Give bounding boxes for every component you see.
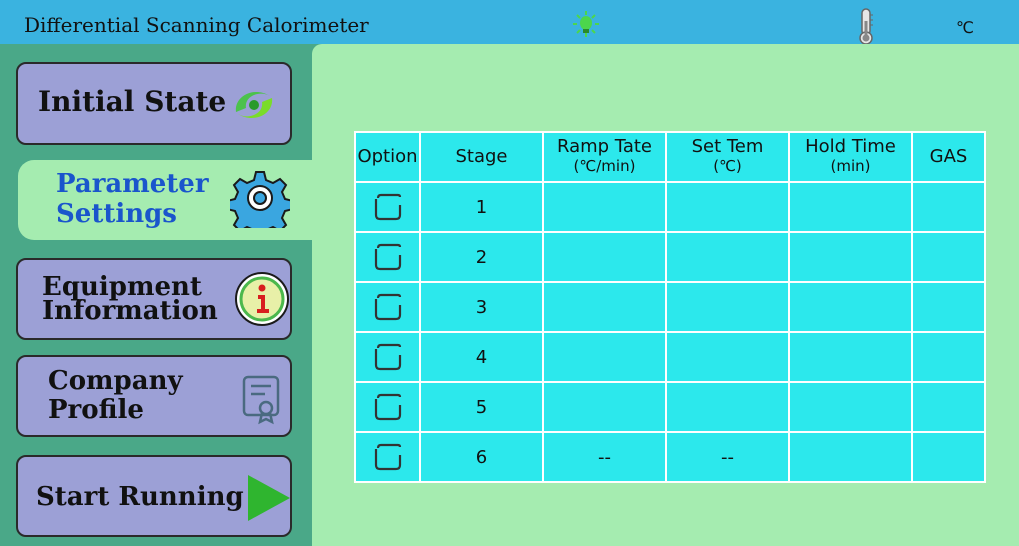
gas-cell[interactable] [911, 431, 986, 483]
option-checkbox[interactable] [374, 243, 402, 271]
option-checkbox[interactable] [374, 393, 402, 421]
title-bar: Differential Scanning Calorimeter ℃ [0, 0, 1019, 45]
table-row: 6 -- -- [354, 431, 986, 483]
gas-cell[interactable] [911, 231, 986, 283]
ramp-rate-cell[interactable] [542, 331, 667, 383]
hold-time-cell[interactable] [788, 281, 913, 333]
nav-equipment-information[interactable]: Equipment Information [16, 258, 292, 340]
nav-label: Start Running [36, 482, 244, 512]
set-temperature-cell[interactable] [665, 331, 790, 383]
thermometer-icon [859, 8, 873, 45]
nav-parameter-settings[interactable]: Parameter Settings [18, 160, 318, 240]
nav-start-running[interactable]: Start Running [16, 455, 292, 537]
stage-cell: 4 [419, 331, 544, 383]
header-option: Option [354, 131, 421, 183]
table-row: 2 [354, 231, 986, 283]
parameter-table: Option Stage Ramp Tate (℃/min) Set Tem (℃)… [354, 131, 986, 483]
nav-company-profile[interactable]: Company Profile [16, 355, 292, 437]
gas-cell[interactable] [911, 181, 986, 233]
table-header-row: Option Stage Ramp Tate (℃/min) Set Tem (℃)… [354, 131, 986, 183]
option-cell [354, 281, 421, 333]
status-light-icon [573, 11, 599, 37]
option-cell [354, 181, 421, 233]
header-stage: Stage [419, 131, 544, 183]
set-temperature-cell[interactable] [665, 381, 790, 433]
option-checkbox-icon [374, 293, 401, 321]
option-cell [354, 431, 421, 483]
option-checkbox-icon [374, 393, 401, 421]
option-checkbox[interactable] [374, 193, 402, 221]
header-set-temperature: Set Tem (℃) [665, 131, 790, 183]
header-gas: GAS [911, 131, 986, 183]
option-cell [354, 331, 421, 383]
gas-cell[interactable] [911, 381, 986, 433]
option-checkbox[interactable] [374, 343, 402, 371]
nav-initial-state[interactable]: Initial State [16, 62, 292, 145]
info-icon [235, 272, 289, 326]
ramp-rate-cell[interactable] [542, 381, 667, 433]
gas-cell[interactable] [911, 331, 986, 383]
nav-label-line2: Profile [48, 395, 144, 425]
hold-time-cell[interactable] [788, 231, 913, 283]
option-checkbox[interactable] [374, 293, 402, 321]
option-checkbox-icon [374, 443, 401, 471]
option-checkbox-icon [374, 243, 401, 271]
stage-cell: 2 [419, 231, 544, 283]
ramp-rate-cell[interactable]: -- [542, 431, 667, 483]
gear-icon [230, 171, 290, 228]
stage-cell: 3 [419, 281, 544, 333]
hold-time-cell[interactable] [788, 181, 913, 233]
set-temperature-cell[interactable]: -- [665, 431, 790, 483]
ramp-rate-cell[interactable] [542, 281, 667, 333]
table-row: 3 [354, 281, 986, 333]
certificate-icon [242, 375, 280, 425]
option-cell [354, 231, 421, 283]
swirl-icon [235, 91, 273, 119]
gas-cell[interactable] [911, 281, 986, 333]
header-ramp-rate: Ramp Tate (℃/min) [542, 131, 667, 183]
play-icon [248, 475, 290, 521]
hold-time-cell[interactable] [788, 331, 913, 383]
ramp-rate-cell[interactable] [542, 231, 667, 283]
stage-cell: 1 [419, 181, 544, 233]
nav-label-line1: Parameter [56, 169, 209, 199]
nav-label: Initial State [38, 85, 227, 118]
nav-label-line2: Settings [56, 199, 177, 229]
stage-cell: 6 [419, 431, 544, 483]
header-hold-time: Hold Time (min) [788, 131, 913, 183]
option-cell [354, 381, 421, 433]
table-row: 5 [354, 381, 986, 433]
option-checkbox-icon [374, 343, 401, 371]
stage-cell: 5 [419, 381, 544, 433]
option-checkbox[interactable] [374, 443, 402, 471]
nav-label-line1: Company [48, 366, 183, 396]
ramp-rate-cell[interactable] [542, 181, 667, 233]
hold-time-cell[interactable] [788, 431, 913, 483]
hold-time-cell[interactable] [788, 381, 913, 433]
set-temperature-cell[interactable] [665, 181, 790, 233]
option-checkbox-icon [374, 193, 401, 221]
set-temperature-cell[interactable] [665, 281, 790, 333]
temperature-unit: ℃ [956, 18, 974, 37]
set-temperature-cell[interactable] [665, 231, 790, 283]
app-title: Differential Scanning Calorimeter [24, 13, 369, 37]
table-row: 1 [354, 181, 986, 233]
nav-label-line2: Information [42, 296, 218, 326]
table-row: 4 [354, 331, 986, 383]
